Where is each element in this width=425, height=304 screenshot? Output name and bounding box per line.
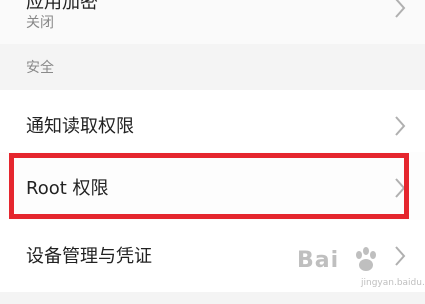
item-subtitle: 关闭 bbox=[26, 15, 54, 31]
bottom-strip bbox=[0, 292, 425, 304]
paw-icon bbox=[353, 246, 379, 278]
watermark: Bai jingyan.baidu.com bbox=[297, 242, 425, 288]
chevron-right-icon bbox=[393, 176, 407, 200]
root-permission-row[interactable]: Root 权限 bbox=[0, 152, 425, 224]
app-encryption-item[interactable]: 应用加密 关闭 bbox=[0, 0, 425, 44]
row-label: 通知读取权限 bbox=[26, 116, 134, 137]
chevron-right-icon bbox=[393, 0, 407, 20]
section-header-security: 安全 bbox=[0, 44, 425, 90]
row-label: Root 权限 bbox=[26, 178, 109, 199]
watermark-text: Bai bbox=[297, 248, 340, 273]
section-label: 安全 bbox=[26, 60, 54, 76]
chevron-right-icon bbox=[393, 114, 407, 138]
settings-screen: 应用加密 关闭 安全 通知读取权限 Root 权限 设备管理与凭证 Bai ji… bbox=[0, 0, 425, 304]
row-label: 设备管理与凭证 bbox=[26, 246, 152, 267]
watermark-subtext: jingyan.baidu.com bbox=[361, 278, 425, 288]
